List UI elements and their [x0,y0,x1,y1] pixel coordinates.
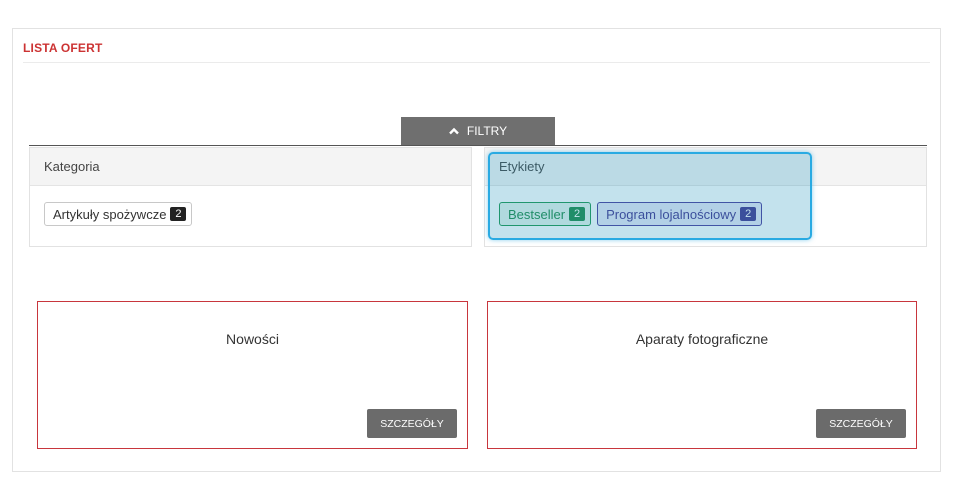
filters-divider [29,145,927,146]
offer-card: Aparaty fotograficzne SZCZEGÓŁY [487,301,917,449]
offers-panel: LISTA OFERT FILTRY Kategoria Artykuły sp… [12,28,941,472]
filters-toggle-button[interactable]: FILTRY [401,117,555,145]
offer-details-button[interactable]: SZCZEGÓŁY [816,409,906,438]
panel-divider [23,62,930,63]
labels-filter-header: Etykiety [485,148,926,186]
offer-card: Nowości SZCZEGÓŁY [37,301,468,449]
label-tag-loyalty-program[interactable]: Program lojalnościowy 2 [597,202,763,226]
category-filter-box: Kategoria Artykuły spożywcze 2 [29,147,472,247]
label-tag-bestseller[interactable]: Bestseller 2 [499,202,592,226]
category-tag-food[interactable]: Artykuły spożywcze 2 [44,202,193,226]
offer-title: Nowości [226,331,279,347]
tag-count-badge: 2 [569,207,586,221]
labels-filter-box: Etykiety Bestseller 2 Program lojalności… [484,147,927,247]
category-filter-header: Kategoria [30,148,471,186]
tag-label: Bestseller [508,206,566,222]
offer-title: Aparaty fotograficzne [635,331,769,347]
filters-toggle-label: FILTRY [466,124,508,138]
offer-details-button[interactable]: SZCZEGÓŁY [367,409,457,438]
panel-title: LISTA OFERT [23,41,103,55]
tag-count-badge: 2 [740,207,757,221]
tag-count-badge: 2 [170,207,187,221]
chevron-up-icon [449,127,459,135]
tag-label: Artykuły spożywcze [53,206,167,222]
tag-label: Program lojalnościowy [606,206,737,222]
